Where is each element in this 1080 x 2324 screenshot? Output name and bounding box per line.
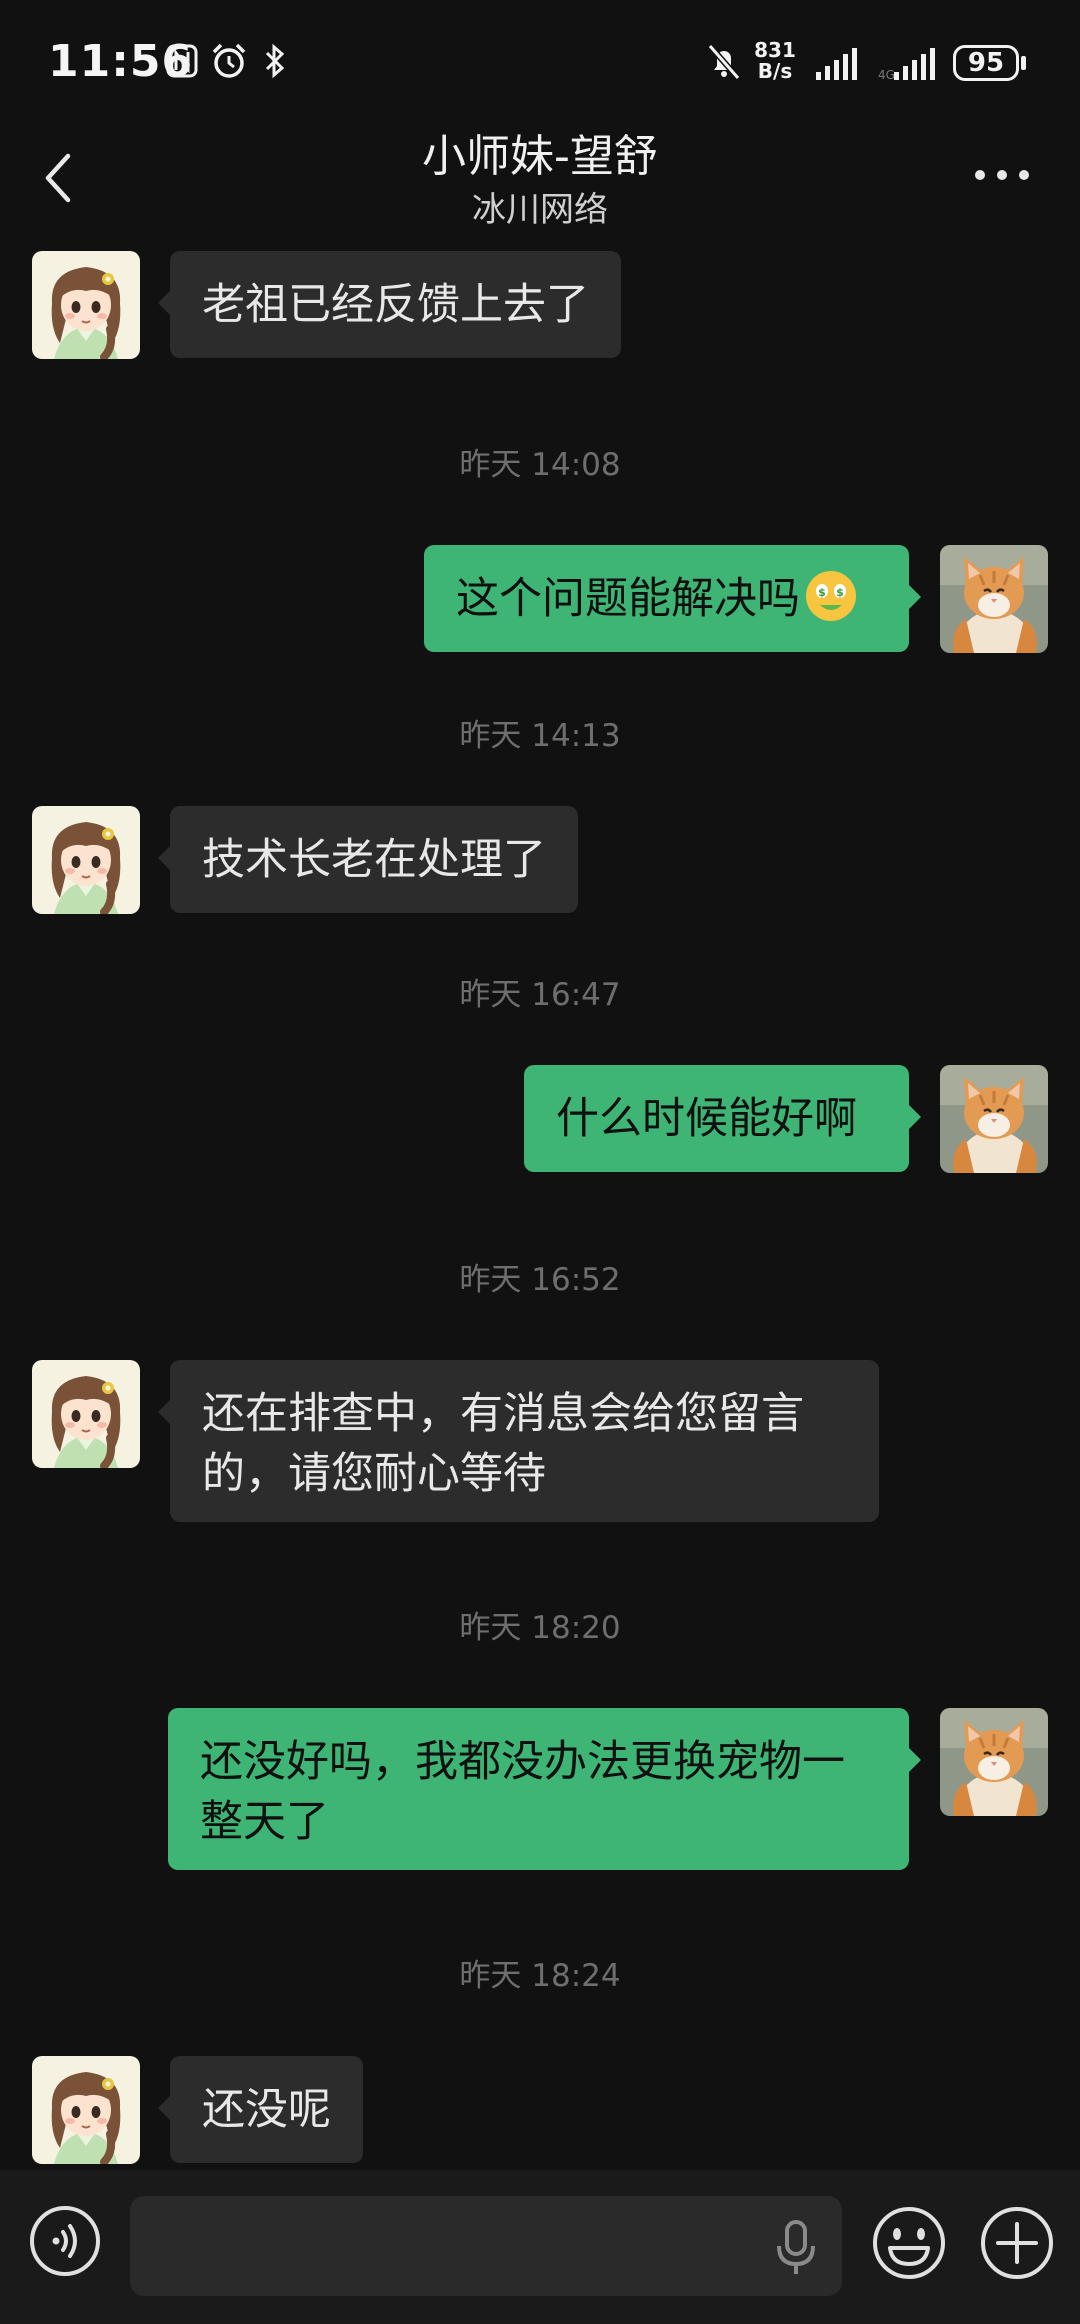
timestamp: 昨天 14:13 [459,718,621,754]
alarm-icon [212,43,246,78]
incoming-message[interactable]: 还没呢 [158,2056,363,2163]
nfc-icon [166,44,198,78]
status-bar: 11:56 831 B/s 4G 95 [0,0,1080,120]
message-text: 老祖已经反馈上去了 [202,280,589,330]
signal-icon [816,48,857,80]
contact-avatar[interactable] [32,251,140,359]
contact-avatar[interactable] [32,2056,140,2164]
input-bar [0,2170,1080,2324]
contact-avatar[interactable] [32,806,140,914]
svg-text:$: $ [836,586,844,599]
battery-icon: 95 [953,45,1019,81]
voice-icon [30,2206,100,2276]
message-text: 什么时候能好啊 [556,1094,857,1144]
outgoing-message[interactable]: 什么时候能好啊 [524,1065,921,1172]
emoji-icon [873,2207,945,2279]
chat-subtitle: 冰川网络 [472,190,608,230]
more-horizontal-icon [975,170,1029,180]
outgoing-message[interactable]: 这个问题能解决吗 $ $ [424,545,921,652]
my-avatar[interactable] [940,545,1048,653]
voice-button[interactable] [28,2204,102,2278]
add-icon [981,2207,1053,2279]
more-button[interactable] [972,160,1032,190]
chat-title: 小师妹-望舒 [422,131,658,182]
timestamp: 昨天 16:47 [459,977,621,1013]
message-text-line: 整天了 [200,1797,329,1847]
outgoing-message[interactable]: 还没好吗，我都没办法更换宠物一 整天了 [168,1708,921,1870]
bluetooth-icon [265,43,285,79]
contact-avatar[interactable] [32,1360,140,1468]
mic-icon[interactable] [774,2218,818,2278]
battery-nub [1021,56,1026,70]
emoji-button[interactable] [870,2204,948,2282]
signal-icon-2: 4G [878,48,935,80]
incoming-message[interactable]: 老祖已经反馈上去了 [158,251,621,358]
message-text-line: 还在排查中，有消息会给您留言 [202,1389,804,1439]
message-text: 还没呢 [202,2085,331,2135]
incoming-message[interactable]: 还在排查中，有消息会给您留言 的，请您耐心等待 [158,1360,879,1522]
timestamp: 昨天 14:08 [459,447,621,483]
incoming-message[interactable]: 技术长老在处理了 [158,806,578,913]
my-avatar[interactable] [940,1708,1048,1816]
message-input[interactable] [130,2196,842,2296]
mute-icon [707,44,741,80]
message-text-line: 的，请您耐心等待 [202,1449,546,1499]
my-avatar[interactable] [940,1065,1048,1173]
network-speed-unit: B/s [757,59,793,83]
battery-level: 95 [967,48,1005,78]
add-button[interactable] [978,2204,1056,2282]
message-text: 技术长老在处理了 [202,835,546,885]
money-mouth-emoji-icon: $ $ [806,571,856,621]
network-speed-value: 831 [754,38,796,62]
timestamp: 昨天 18:24 [459,1958,621,1994]
svg-text:4G: 4G [878,68,895,80]
chat-area[interactable]: 老祖已经反馈上去了 昨天 14:08 这个问题能解决吗 $ $ 昨天 14:13… [0,236,1080,2170]
svg-text:$: $ [818,586,826,599]
message-text: 这个问题能解决吗 [456,574,800,624]
network-speed: 831 B/s [752,40,798,82]
chat-header: 小师妹-望舒 冰川网络 [0,120,1080,236]
message-text-line: 还没好吗，我都没办法更换宠物一 [200,1737,845,1787]
timestamp: 昨天 18:20 [459,1610,621,1646]
timestamp: 昨天 16:52 [459,1262,621,1298]
